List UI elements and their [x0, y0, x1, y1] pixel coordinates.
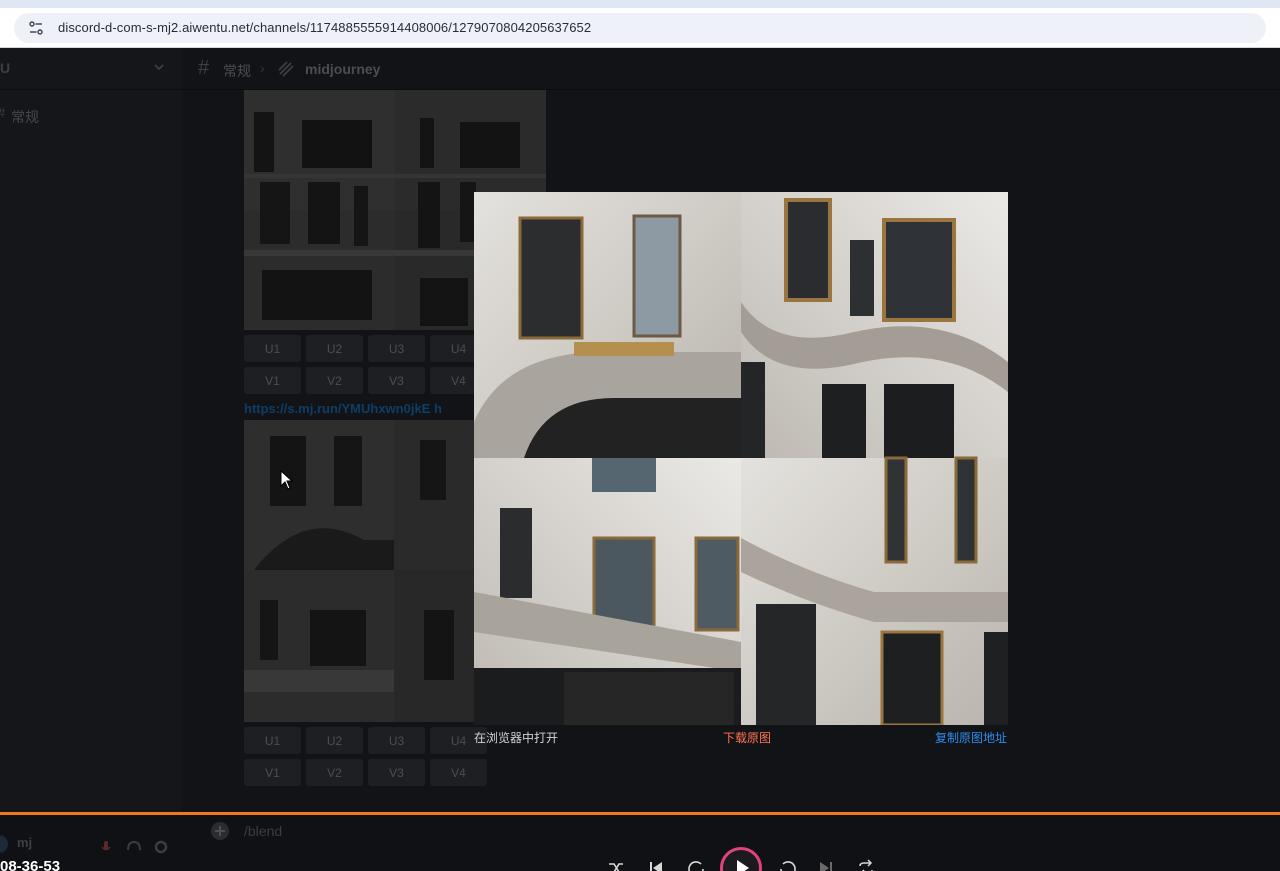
cursor-icon [280, 470, 294, 490]
next-icon[interactable] [816, 858, 836, 871]
v4-button[interactable]: V4 [430, 759, 487, 786]
rewind-10-icon[interactable] [686, 858, 706, 871]
variation-buttons-2: V1 V2 V3 V4 [244, 759, 487, 786]
variation-buttons-1: V1 V2 V3 V4 [244, 367, 487, 394]
repeat-icon[interactable] [856, 858, 876, 871]
prompt-link[interactable]: https://s.mj.run/YMUhxwn0jkE h [244, 401, 442, 416]
u3-button[interactable]: U3 [368, 335, 425, 362]
url-field[interactable]: discord-d-com-s-mj2.aiwentu.net/channels… [14, 12, 1266, 43]
u3-button[interactable]: U3 [368, 727, 425, 754]
v3-button[interactable]: V3 [368, 759, 425, 786]
message-input[interactable]: /blend [244, 823, 282, 839]
site-settings-icon[interactable] [28, 20, 44, 36]
shuffle-icon[interactable] [606, 858, 626, 871]
u2-button[interactable]: U2 [306, 727, 363, 754]
hash-icon: # [198, 57, 210, 79]
chevron-down-icon[interactable] [152, 60, 166, 74]
breadcrumb-separator: › [260, 60, 265, 76]
v2-button[interactable]: V2 [306, 759, 363, 786]
channel-sidebar: U # 常规 [0, 48, 182, 812]
breadcrumb-channel[interactable]: 常规 [223, 61, 251, 81]
avatar[interactable] [0, 835, 8, 853]
u1-button[interactable]: U1 [244, 335, 301, 362]
download-original-link[interactable]: 下载原图 [723, 729, 771, 746]
v2-button[interactable]: V2 [306, 367, 363, 394]
v1-button[interactable]: V1 [244, 759, 301, 786]
breadcrumb-thread: midjourney [305, 61, 381, 77]
screen: discord-d-com-s-mj2.aiwentu.net/channels… [0, 0, 1280, 871]
play-button[interactable] [720, 847, 762, 871]
plus-icon[interactable] [210, 821, 230, 841]
message-image-grid-2[interactable] [244, 420, 476, 722]
copy-original-url-link[interactable]: 复制原图地址 [935, 729, 1007, 746]
thread-icon [278, 61, 294, 77]
v1-button[interactable]: V1 [244, 367, 301, 394]
channel-topbar: # 常规 › midjourney [182, 48, 1280, 90]
headphones-icon[interactable] [126, 839, 142, 855]
user-name: mj [17, 835, 33, 850]
browser-address-bar: discord-d-com-s-mj2.aiwentu.net/channels… [0, 8, 1280, 48]
v3-button[interactable]: V3 [368, 367, 425, 394]
video-player-bar: /blend mj 08-36-53 [0, 812, 1280, 871]
timestamp: 08-36-53 [0, 858, 61, 871]
hash-icon: # [0, 105, 5, 120]
upscale-buttons-1: U1 U2 U3 U4 [244, 335, 487, 362]
previous-icon[interactable] [646, 858, 666, 871]
u1-button[interactable]: U1 [244, 727, 301, 754]
forward-30-icon[interactable] [778, 858, 798, 871]
url-text: discord-d-com-s-mj2.aiwentu.net/channels… [58, 20, 592, 35]
sidebar-item-label: 常规 [11, 109, 39, 125]
u2-button[interactable]: U2 [306, 335, 363, 362]
gear-icon[interactable] [153, 839, 169, 855]
mic-icon[interactable] [98, 839, 114, 855]
browser-tab-strip [0, 0, 1280, 8]
upscale-buttons-2: U1 U2 U3 U4 [244, 727, 487, 754]
server-header[interactable]: U [0, 48, 182, 90]
lightbox-image[interactable] [474, 192, 1008, 725]
open-in-browser-link[interactable]: 在浏览器中打开 [474, 729, 558, 746]
play-icon [737, 860, 749, 871]
sidebar-item-general[interactable]: # 常规 [0, 104, 170, 128]
server-name: U [0, 60, 11, 76]
